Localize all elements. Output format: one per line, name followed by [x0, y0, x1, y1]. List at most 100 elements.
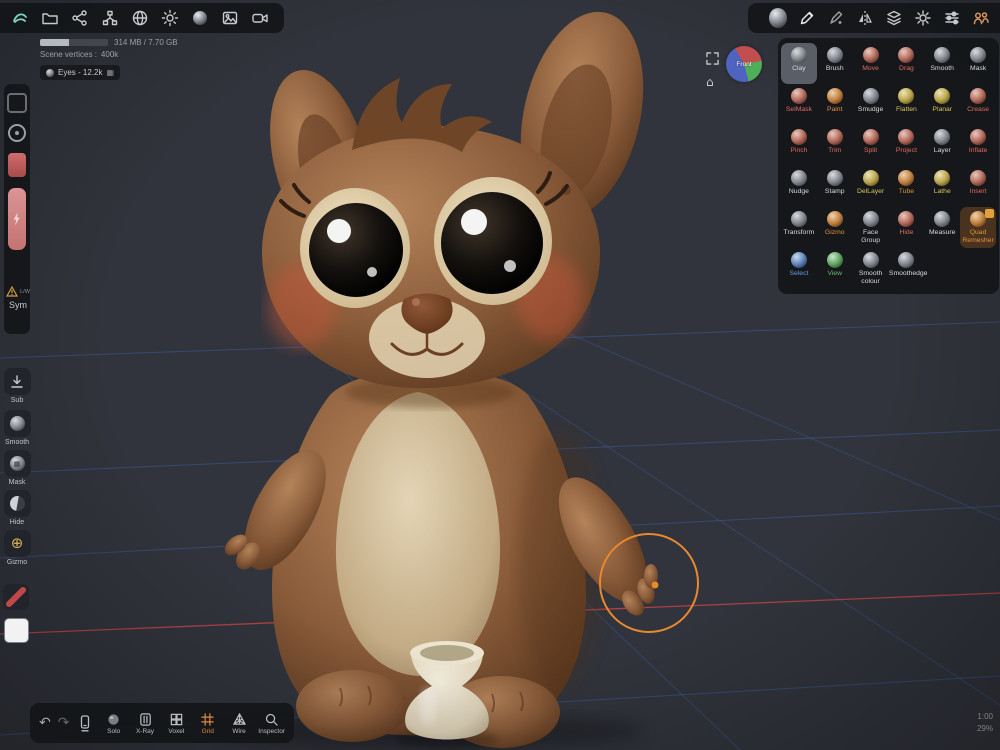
tool-move[interactable]: Move [853, 43, 889, 84]
tool-lathe[interactable]: Lathe [924, 166, 960, 207]
smooth-button[interactable]: Smooth [1, 410, 33, 446]
toggle-solo[interactable]: Solo [101, 712, 125, 735]
tool-select[interactable]: Select [781, 248, 817, 289]
tool-stamp[interactable]: Stamp [817, 166, 853, 207]
vertices-value: 400k [101, 50, 118, 59]
image-icon[interactable] [221, 9, 239, 27]
multires-icon[interactable] [76, 714, 94, 732]
lighting-icon[interactable] [161, 9, 179, 27]
tool-layer[interactable]: Layer [924, 125, 960, 166]
interface-sliders-icon[interactable] [943, 9, 961, 27]
settings-gear-icon[interactable] [914, 9, 932, 27]
fullscreen-icon[interactable] [706, 52, 719, 70]
tool-brush[interactable]: Brush [817, 43, 853, 84]
tool-insert[interactable]: Insert [960, 166, 996, 207]
toggle-grid[interactable]: Grid [196, 712, 220, 735]
face-group-icon [863, 211, 879, 227]
files-icon[interactable] [41, 9, 59, 27]
paint-color-swatch[interactable] [4, 618, 29, 643]
layer-icon [934, 129, 950, 145]
stroke-falloff-swatch[interactable] [3, 584, 29, 610]
redo-icon[interactable]: ↷ [58, 716, 70, 730]
tool-drag[interactable]: Drag [888, 43, 924, 84]
toggle-voxel[interactable]: Voxel [164, 712, 188, 735]
tool-smooth-colour[interactable]: Smooth colour [853, 248, 889, 289]
tool-dellayer[interactable]: DelLayer [853, 166, 889, 207]
tool-smudge[interactable]: Smudge [853, 84, 889, 125]
selmask-icon [791, 88, 807, 104]
sub-button[interactable]: Sub [1, 368, 33, 404]
alpha-swatch[interactable] [7, 93, 27, 113]
layers-icon[interactable] [885, 9, 903, 27]
tool-inflate[interactable]: Inflate [960, 125, 996, 166]
tool-transform[interactable]: Transform [781, 207, 817, 248]
toggle-inspector[interactable]: Inspector [258, 712, 285, 735]
tool-measure[interactable]: Measure [924, 207, 960, 248]
matcap-icon[interactable] [131, 9, 149, 27]
grid-icon [200, 712, 215, 727]
dellayer-icon [863, 170, 879, 186]
view-controls: Front ⌂ [700, 46, 770, 96]
sculpt-pencil-icon[interactable] [798, 9, 816, 27]
tool-mask[interactable]: Mask [960, 43, 996, 84]
memory-text: 314 MB / 7.70 GB [114, 38, 178, 47]
nudge-icon [791, 170, 807, 186]
tool-smooth[interactable]: Smooth [924, 43, 960, 84]
tool-quad-remesher[interactable]: Quad Remesher [960, 207, 996, 248]
lathe-icon [934, 170, 950, 186]
orientation-cube[interactable]: Front [726, 46, 762, 82]
clay-icon [791, 47, 807, 63]
tool-planar[interactable]: Planar [924, 84, 960, 125]
tool-nudge[interactable]: Nudge [781, 166, 817, 207]
insert-icon [970, 170, 986, 186]
tool-clay[interactable]: Clay [781, 43, 817, 84]
falloff-dot-icon[interactable] [8, 124, 26, 142]
mask-button[interactable]: ▦ Mask [1, 450, 33, 486]
tool-flatten[interactable]: Flatten [888, 84, 924, 125]
tool-panel: Clay Brush Move Drag Smooth Mask SelMask… [778, 38, 999, 294]
tool-face-group[interactable]: Face Group [853, 207, 889, 248]
scene-graph-icon[interactable] [101, 9, 119, 27]
toggle-wire[interactable]: Wire [227, 712, 251, 735]
sym-label: Sym [5, 300, 31, 310]
tool-selmask[interactable]: SelMask [781, 84, 817, 125]
intensity-slider[interactable] [8, 188, 26, 250]
cube-front-label: Front [736, 61, 751, 68]
smooth-colour-icon [863, 252, 879, 268]
tool-split[interactable]: Split [853, 125, 889, 166]
tool-project[interactable]: Project [888, 125, 924, 166]
camera-icon[interactable] [251, 9, 269, 27]
environment-icon[interactable] [191, 9, 209, 27]
groups-icon[interactable] [972, 9, 990, 27]
gizmo-button[interactable]: ⊕ Gizmo [1, 530, 33, 566]
drag-icon [898, 47, 914, 63]
material-ball-icon[interactable] [769, 9, 787, 27]
tool-hide[interactable]: Hide [888, 207, 924, 248]
hide-button[interactable]: Hide [1, 490, 33, 526]
symmetry-icon[interactable] [856, 9, 874, 27]
tool-tube[interactable]: Tube [888, 166, 924, 207]
undo-icon[interactable]: ↶ [39, 716, 51, 730]
app-logo-icon[interactable] [11, 9, 29, 27]
subdivide-icon [9, 374, 25, 390]
stroke-falloff-icon [5, 586, 27, 608]
tool-trim[interactable]: Trim [817, 125, 853, 166]
tool-gizmo[interactable]: Gizmo [817, 207, 853, 248]
project-icon [898, 129, 914, 145]
layer-sphere-icon [46, 69, 54, 77]
home-icon[interactable]: ⌂ [706, 76, 714, 88]
tool-crease[interactable]: Crease [960, 84, 996, 125]
symmetry-status[interactable]: L/W Sym [5, 286, 31, 310]
tool-pinch[interactable]: Pinch [781, 125, 817, 166]
view-icon [827, 252, 843, 268]
tool-paint[interactable]: Paint [817, 84, 853, 125]
roughness-swatch[interactable] [8, 153, 26, 177]
tool-view[interactable]: View [817, 248, 853, 289]
stamp-icon [827, 170, 843, 186]
toggle-xray[interactable]: X-Ray [133, 712, 157, 735]
paint-pen-icon[interactable] [827, 9, 845, 27]
flatten-icon [898, 88, 914, 104]
layer-chip[interactable]: Eyes - 12.2k ▦ [40, 65, 120, 80]
export-icon[interactable] [71, 9, 89, 27]
tool-smoothedge[interactable]: Smoothedge [888, 248, 924, 289]
